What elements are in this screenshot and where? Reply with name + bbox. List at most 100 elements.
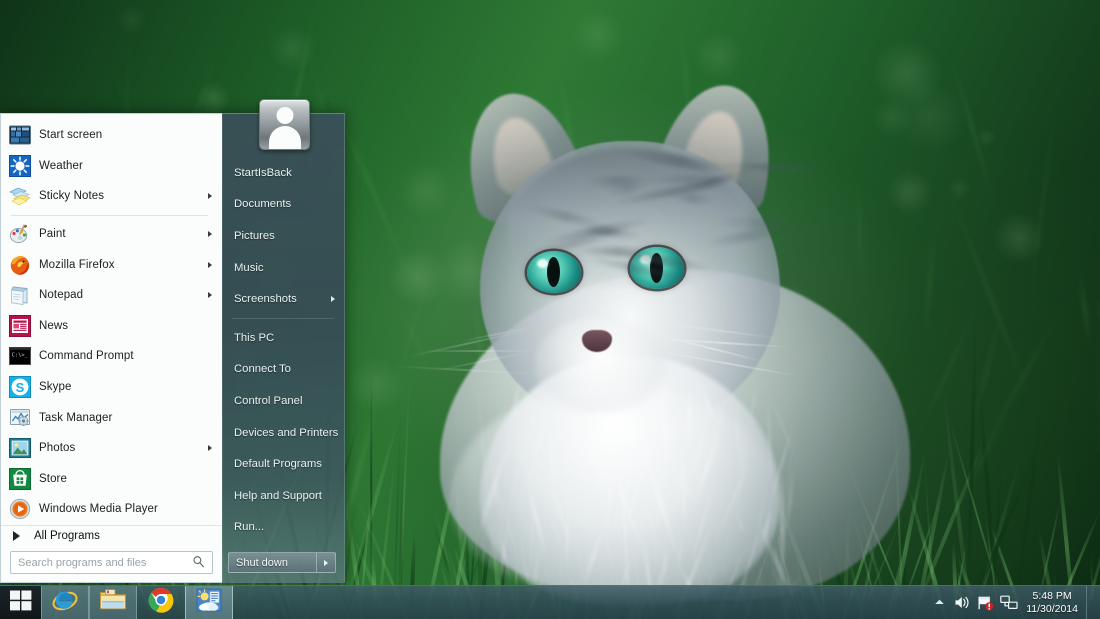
skype-icon: S bbox=[9, 376, 31, 398]
program-item-photos[interactable]: Photos bbox=[1, 433, 222, 464]
place-item-label: Run... bbox=[234, 521, 264, 533]
program-item-notepad[interactable]: Notepad bbox=[1, 280, 222, 311]
user-account-picture[interactable] bbox=[259, 99, 310, 150]
program-item-start-screen[interactable]: Start screen bbox=[1, 120, 222, 151]
place-item-documents[interactable]: Documents bbox=[222, 189, 344, 221]
file-explorer-icon bbox=[99, 588, 127, 617]
place-item-run[interactable]: Run... bbox=[222, 512, 344, 544]
place-item-label: Pictures bbox=[234, 230, 275, 242]
place-item-label: Control Panel bbox=[234, 395, 302, 407]
google-chrome-icon bbox=[148, 587, 174, 618]
shutdown-area: Shut down bbox=[222, 546, 344, 582]
windows-media-player-icon bbox=[9, 498, 31, 520]
shut-down-options-button[interactable] bbox=[316, 553, 335, 572]
search-input[interactable] bbox=[11, 552, 181, 573]
taskbar-item-google-chrome[interactable] bbox=[137, 586, 185, 619]
place-item-label: Documents bbox=[234, 198, 291, 210]
triangle-right-icon bbox=[13, 531, 20, 541]
shut-down-label: Shut down bbox=[236, 557, 316, 569]
program-item-mozilla-firefox[interactable]: Mozilla Firefox bbox=[1, 249, 222, 280]
svg-text:C:\>_: C:\>_ bbox=[12, 353, 29, 359]
program-item-paint[interactable]: Paint bbox=[1, 219, 222, 250]
start-menu[interactable]: Start screen Weather Sticky Notes Paint bbox=[0, 113, 345, 583]
program-item-skype[interactable]: SSkype bbox=[1, 372, 222, 403]
program-item-label: Command Prompt bbox=[39, 350, 134, 362]
notepad-icon bbox=[9, 284, 31, 306]
programs-list: Start screen Weather Sticky Notes Paint bbox=[1, 118, 222, 525]
windows-logo-icon bbox=[10, 590, 32, 616]
taskbar-clock[interactable]: 5:48 PM 11/30/2014 bbox=[1020, 590, 1086, 614]
program-item-label: Notepad bbox=[39, 289, 83, 301]
program-item-store[interactable]: Store bbox=[1, 464, 222, 495]
weather-app-icon bbox=[196, 588, 222, 617]
show-hidden-icons-button[interactable] bbox=[928, 586, 951, 619]
news-icon bbox=[9, 315, 31, 337]
weather-icon bbox=[9, 155, 31, 177]
program-item-weather[interactable]: Weather bbox=[1, 151, 222, 182]
program-item-label: Store bbox=[39, 473, 67, 485]
program-item-label: Task Manager bbox=[39, 412, 112, 424]
clock-date: 11/30/2014 bbox=[1026, 603, 1078, 615]
taskbar: 5:48 PM 11/30/2014 bbox=[0, 585, 1100, 619]
chevron-right-icon bbox=[324, 560, 328, 566]
program-item-label: Paint bbox=[39, 228, 66, 240]
chevron-right-icon bbox=[331, 296, 335, 302]
start-menu-programs-pane: Start screen Weather Sticky Notes Paint bbox=[0, 113, 222, 583]
shut-down-button[interactable]: Shut down bbox=[228, 552, 336, 573]
place-item-this-pc[interactable]: This PC bbox=[222, 322, 344, 354]
chevron-right-icon bbox=[208, 262, 212, 268]
desktop-screen: Start screen Weather Sticky Notes Paint bbox=[0, 0, 1100, 619]
network-icon[interactable] bbox=[997, 586, 1020, 619]
program-item-news[interactable]: News bbox=[1, 311, 222, 342]
place-item-devices-and-printers[interactable]: Devices and Printers bbox=[222, 417, 344, 449]
show-desktop-button[interactable] bbox=[1086, 586, 1094, 619]
firefox-icon bbox=[9, 254, 31, 276]
place-item-label: Connect To bbox=[234, 363, 291, 375]
search-icon bbox=[192, 555, 205, 573]
all-programs-label: All Programs bbox=[34, 530, 100, 542]
photos-icon bbox=[9, 437, 31, 459]
start-menu-places-pane: StartIsBack Documents Pictures Music Screens… bbox=[222, 113, 345, 583]
all-programs-item[interactable]: All Programs bbox=[1, 525, 222, 546]
store-icon bbox=[9, 468, 31, 490]
sticky-notes-icon bbox=[9, 185, 31, 207]
program-item-command-prompt[interactable]: C:\>_ Command Prompt bbox=[1, 341, 222, 372]
program-item-label: Start screen bbox=[39, 129, 102, 141]
start-button[interactable] bbox=[0, 586, 41, 619]
place-item-label: Default Programs bbox=[234, 458, 322, 470]
task-manager-icon bbox=[9, 407, 31, 429]
taskbar-item-internet-explorer[interactable] bbox=[41, 586, 89, 619]
program-item-label: Photos bbox=[39, 442, 75, 454]
program-item-label: Weather bbox=[39, 160, 83, 172]
start-screen-icon bbox=[9, 124, 31, 146]
places-separator bbox=[232, 318, 334, 319]
chevron-right-icon bbox=[208, 445, 212, 451]
wallpaper-cat-subject bbox=[330, 55, 950, 595]
place-item-default-programs[interactable]: Default Programs bbox=[222, 448, 344, 480]
avatar-body-shape bbox=[269, 126, 301, 150]
taskbar-pinned-items bbox=[41, 586, 233, 619]
clock-time: 5:48 PM bbox=[1033, 590, 1072, 602]
taskbar-item-file-explorer[interactable] bbox=[89, 586, 137, 619]
svg-text:S: S bbox=[16, 380, 25, 395]
internet-explorer-icon bbox=[52, 587, 78, 618]
action-center-flag-icon[interactable] bbox=[974, 586, 997, 619]
volume-icon[interactable] bbox=[951, 586, 974, 619]
program-item-task-manager[interactable]: Task Manager bbox=[1, 402, 222, 433]
search-box[interactable] bbox=[10, 551, 213, 574]
place-item-pictures[interactable]: Pictures bbox=[222, 220, 344, 252]
place-item-help-and-support[interactable]: Help and Support bbox=[222, 480, 344, 512]
taskbar-item-weather-app[interactable] bbox=[185, 586, 233, 619]
place-item-screenshots[interactable]: Screenshots bbox=[222, 283, 344, 315]
place-item-label: Screenshots bbox=[234, 293, 297, 305]
place-item-startisback[interactable]: StartIsBack bbox=[222, 157, 344, 189]
program-item-sticky-notes[interactable]: Sticky Notes bbox=[1, 181, 222, 212]
search-area bbox=[1, 546, 222, 582]
place-item-music[interactable]: Music bbox=[222, 252, 344, 284]
program-item-windows-media-player[interactable]: Windows Media Player bbox=[1, 494, 222, 525]
taskbar-empty-area[interactable] bbox=[233, 586, 928, 619]
place-item-label: Devices and Printers bbox=[234, 427, 338, 439]
place-item-label: This PC bbox=[234, 332, 274, 344]
place-item-control-panel[interactable]: Control Panel bbox=[222, 385, 344, 417]
place-item-connect-to[interactable]: Connect To bbox=[222, 354, 344, 386]
